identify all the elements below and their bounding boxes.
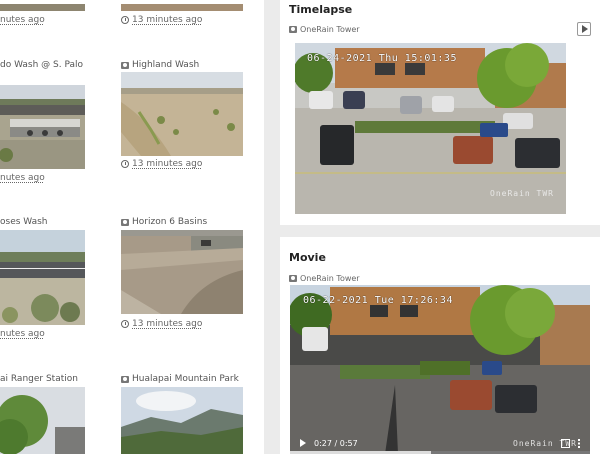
- clock-icon: [121, 320, 129, 328]
- timelapse-card: Timelapse OneRain Tower 06-24-2021 Thu 1…: [280, 0, 600, 225]
- timelapse-timestamp: 06-24-2021 Thu 15:01:35: [307, 53, 457, 64]
- play-timelapse-button[interactable]: [577, 22, 591, 36]
- camera-thumbnail[interactable]: [0, 230, 85, 325]
- camera-updated-time[interactable]: 13 minutes ago: [121, 15, 202, 25]
- column-gutter: [264, 0, 280, 454]
- camera-updated-time[interactable]: nutes ago: [0, 15, 45, 25]
- movie-title: Movie: [289, 251, 326, 264]
- camera-thumbnail[interactable]: [121, 387, 243, 454]
- play-icon[interactable]: [300, 439, 306, 447]
- camera-title[interactable]: do Wash @ S. Palo: [0, 60, 83, 70]
- camera-title[interactable]: Horizon 6 Basins: [121, 217, 207, 227]
- camera-updated-time[interactable]: 13 minutes ago: [121, 159, 202, 169]
- timelapse-title: Timelapse: [289, 3, 353, 16]
- movie-player[interactable]: 06-22-2021 Tue 17:26:34 OneRain TWR 0:27…: [290, 285, 590, 454]
- camera-icon: [289, 26, 297, 33]
- camera-thumbnail[interactable]: [121, 0, 243, 11]
- movie-timestamp: 06-22-2021 Tue 17:26:34: [303, 295, 453, 306]
- camera-thumbnail[interactable]: [121, 72, 243, 156]
- timelapse-watermark: OneRain TWR: [490, 189, 554, 198]
- camera-grid: nutes ago 13 minutes ago do Wash @ S. Pa…: [0, 0, 264, 454]
- camera-thumbnail[interactable]: [0, 387, 85, 454]
- camera-icon: [121, 218, 129, 226]
- camera-thumbnail[interactable]: [0, 85, 85, 169]
- camera-title[interactable]: Highland Wash: [121, 60, 199, 70]
- more-options-icon[interactable]: [578, 438, 580, 448]
- camera-icon: [121, 375, 129, 383]
- camera-updated-time[interactable]: nutes ago: [0, 173, 45, 183]
- camera-title[interactable]: oses Wash: [0, 217, 48, 227]
- camera-title[interactable]: Hualapai Mountain Park: [121, 374, 239, 384]
- camera-title[interactable]: ai Ranger Station: [0, 374, 78, 384]
- clock-icon: [121, 160, 129, 168]
- camera-updated-time[interactable]: 13 minutes ago: [121, 319, 202, 329]
- camera-updated-time[interactable]: nutes ago: [0, 329, 45, 339]
- movie-time-display: 0:27 / 0:57: [314, 438, 358, 448]
- timelapse-image[interactable]: 06-24-2021 Thu 15:01:35 OneRain TWR: [295, 43, 566, 214]
- camera-thumbnail[interactable]: [0, 0, 85, 11]
- webcam-dashboard: nutes ago 13 minutes ago do Wash @ S. Pa…: [0, 0, 600, 454]
- timelapse-source: OneRain Tower: [289, 25, 360, 34]
- camera-icon: [121, 61, 129, 69]
- camera-thumbnail[interactable]: [121, 230, 243, 314]
- movie-source: OneRain Tower: [289, 274, 360, 283]
- movie-card: Movie OneRain Tower 06-22-2021 Tue 17:26…: [280, 237, 600, 454]
- camera-icon: [289, 275, 297, 282]
- fullscreen-icon[interactable]: [561, 438, 570, 448]
- clock-icon: [121, 16, 129, 24]
